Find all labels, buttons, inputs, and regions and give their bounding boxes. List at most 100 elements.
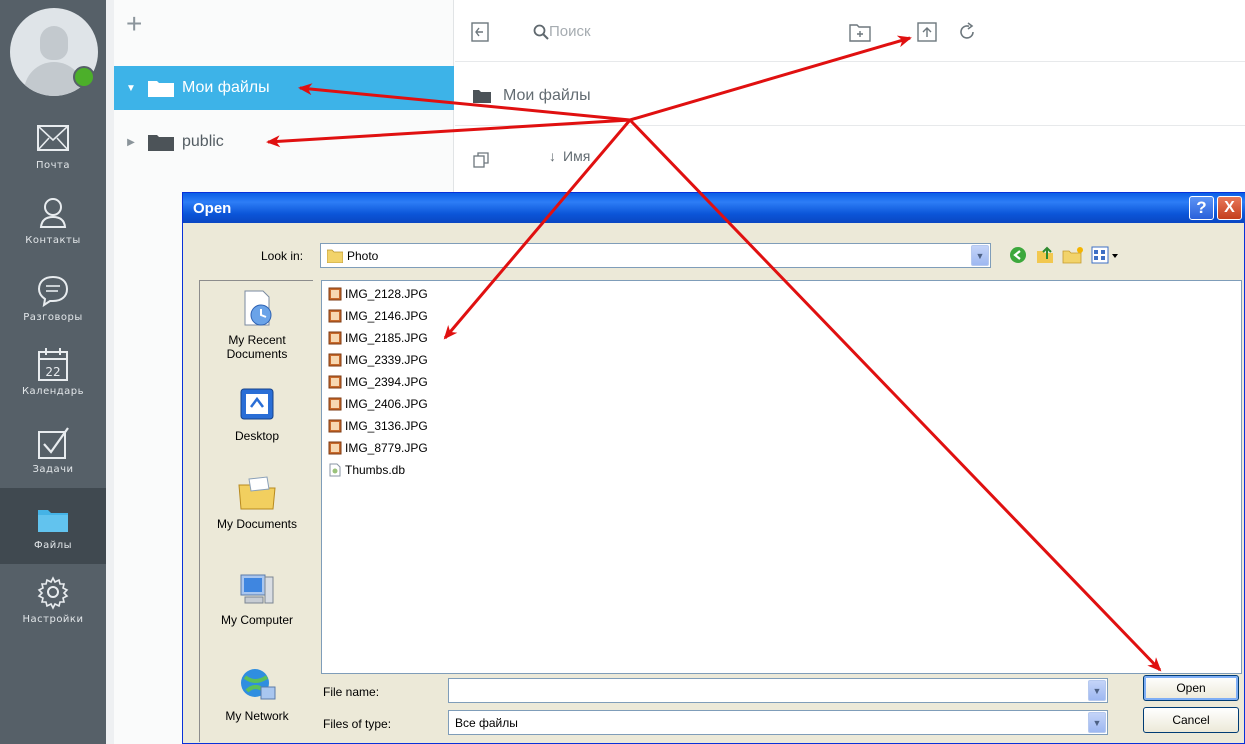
file-name: IMG_3136.JPG <box>345 419 428 433</box>
nav-mail-label: Почта <box>36 160 70 171</box>
mail-icon <box>37 125 69 151</box>
tree-item-my-files[interactable]: ▼ Мои файлы <box>114 66 454 110</box>
folder-icon <box>38 510 68 532</box>
place-recent-documents[interactable]: My Recent Documents <box>200 289 314 361</box>
file-type-label: Files of type: <box>323 717 392 731</box>
place-label: My Recent Documents <box>226 333 288 361</box>
nav-files-label: Файлы <box>33 540 73 551</box>
new-folder-icon[interactable] <box>1062 245 1084 265</box>
search-input[interactable]: Поиск <box>549 23 591 40</box>
place-my-network[interactable]: My Network <box>200 665 314 723</box>
image-file-icon <box>328 375 342 389</box>
file-name-input[interactable]: ▼ <box>448 678 1108 703</box>
file-name: IMG_2406.JPG <box>345 397 428 411</box>
folder-icon <box>327 249 343 263</box>
list-item[interactable]: IMG_2406.JPG <box>328 393 428 415</box>
nav-calendar[interactable]: 22 Календарь <box>0 342 106 412</box>
upload-icon[interactable] <box>917 22 937 42</box>
list-item[interactable]: Thumbs.db <box>328 459 405 481</box>
online-status-icon <box>73 66 95 88</box>
file-name: IMG_2394.JPG <box>345 375 428 389</box>
list-item[interactable]: IMG_3136.JPG <box>328 415 428 437</box>
nav-settings[interactable]: Настройки <box>0 570 106 640</box>
place-label: My Network <box>225 709 289 723</box>
chat-icon <box>37 275 69 308</box>
chevron-down-icon[interactable]: ▼ <box>1088 680 1106 701</box>
file-name: IMG_2339.JPG <box>345 353 428 367</box>
image-file-icon <box>328 419 342 433</box>
file-name: IMG_8779.JPG <box>345 441 428 455</box>
nav-contacts-label: Контакты <box>25 235 81 246</box>
image-file-icon <box>328 353 342 367</box>
list-item[interactable]: IMG_2128.JPG <box>328 283 428 305</box>
chevron-down-icon[interactable]: ▼ <box>1088 712 1106 733</box>
sort-header: ↓ Имя <box>455 126 1245 186</box>
calendar-icon: 22 <box>38 348 68 381</box>
open-button[interactable]: Open <box>1143 675 1239 701</box>
nav-tasks-label: Задачи <box>32 464 74 475</box>
collapse-panel-icon[interactable] <box>471 22 489 42</box>
image-file-icon <box>328 441 342 455</box>
nav-calendar-label: Календарь <box>21 386 85 397</box>
my-documents-icon <box>238 476 276 510</box>
list-item[interactable]: IMG_2146.JPG <box>328 305 428 327</box>
file-name: IMG_2146.JPG <box>345 309 428 323</box>
new-folder-icon[interactable] <box>849 22 871 42</box>
view-menu-icon[interactable] <box>1091 246 1121 264</box>
place-my-documents[interactable]: My Documents <box>200 473 314 531</box>
file-type-value: Все файлы <box>455 716 518 730</box>
file-type-select[interactable]: Все файлы ▼ <box>448 710 1108 735</box>
tree-item-public[interactable]: ▶ public <box>114 120 454 164</box>
refresh-icon[interactable] <box>957 22 977 42</box>
folder-icon <box>148 80 174 97</box>
image-file-icon <box>328 309 342 323</box>
file-list[interactable]: IMG_2128.JPG IMG_2146.JPG IMG_2185.JPG I… <box>321 280 1242 674</box>
contacts-icon <box>39 198 67 228</box>
list-item[interactable]: IMG_8779.JPG <box>328 437 428 459</box>
breadcrumb-current[interactable]: Мои файлы <box>503 87 591 105</box>
files-toolbar: Поиск <box>455 0 1245 62</box>
file-name: Thumbs.db <box>345 463 406 477</box>
close-button[interactable]: X <box>1217 196 1242 220</box>
up-folder-icon[interactable] <box>1035 245 1055 265</box>
look-in-value: Photo <box>347 249 379 263</box>
expanded-caret-icon[interactable]: ▼ <box>114 83 148 94</box>
list-item[interactable]: IMG_2394.JPG <box>328 371 428 393</box>
file-name-label: File name: <box>323 685 380 699</box>
chevron-down-icon[interactable]: ▼ <box>971 245 989 266</box>
place-label: My Computer <box>220 613 294 627</box>
gear-icon <box>37 576 69 610</box>
nav-mail[interactable]: Почта <box>0 116 106 186</box>
file-name: IMG_2128.JPG <box>345 287 428 301</box>
tree-item-label: Мои файлы <box>182 79 270 96</box>
cancel-button[interactable]: Cancel <box>1143 707 1239 733</box>
collapsed-caret-icon[interactable]: ▶ <box>114 137 148 148</box>
image-file-icon <box>328 397 342 411</box>
place-label: My Documents <box>216 517 298 531</box>
search-icon[interactable] <box>533 24 549 40</box>
place-my-computer[interactable]: My Computer <box>200 569 314 627</box>
help-button[interactable]: ? <box>1189 196 1214 220</box>
calendar-day: 22 <box>45 365 60 379</box>
my-network-icon <box>241 669 276 700</box>
dialog-title: Open <box>193 200 232 217</box>
add-button[interactable]: + <box>126 10 142 38</box>
nav-tasks[interactable]: Задачи <box>0 420 106 490</box>
place-label: Desktop <box>234 429 280 443</box>
sort-arrow-icon: ↓ <box>549 148 556 164</box>
sort-name-column[interactable]: Имя <box>563 148 590 164</box>
back-icon[interactable] <box>1009 246 1027 264</box>
nav-chat[interactable]: Разговоры <box>0 268 106 338</box>
nav-contacts[interactable]: Контакты <box>0 191 106 261</box>
place-desktop[interactable]: Desktop <box>200 385 314 443</box>
list-item[interactable]: IMG_2185.JPG <box>328 327 428 349</box>
look-in-combo[interactable]: Photo ▼ <box>320 243 991 268</box>
tasks-icon <box>38 427 69 459</box>
recent-documents-icon <box>244 290 272 326</box>
select-all-icon[interactable] <box>473 152 489 168</box>
nav-files[interactable]: Файлы <box>0 488 106 564</box>
image-file-icon <box>328 287 342 301</box>
desktop-icon <box>240 388 274 420</box>
dialog-titlebar[interactable]: Open ? X <box>183 193 1245 223</box>
list-item[interactable]: IMG_2339.JPG <box>328 349 428 371</box>
